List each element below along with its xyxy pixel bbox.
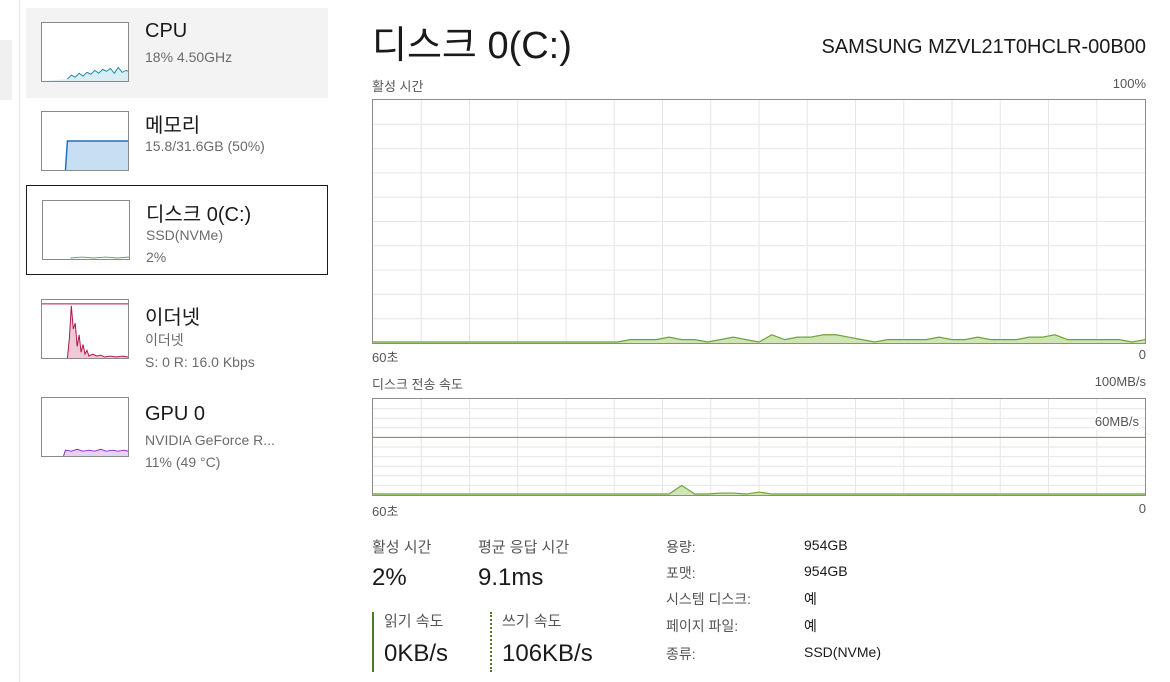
memory-thumbnail-area bbox=[65, 141, 128, 170]
ethernet-adapter: 이더넷 bbox=[145, 332, 184, 348]
transfer-chart: 60MB/s bbox=[372, 398, 1146, 496]
system-disk-label: 시스템 디스크: bbox=[666, 591, 752, 607]
disk-usage: 2% bbox=[146, 249, 167, 265]
write-speed-value: 106KB/s bbox=[502, 640, 593, 667]
transfer-chart-ref-label: 60MB/s bbox=[1094, 414, 1139, 429]
gpu-title: GPU 0 bbox=[145, 403, 206, 425]
ethernet-thumbnail-area bbox=[67, 305, 128, 358]
capacity-value: 954GB bbox=[804, 537, 848, 553]
transfer-chart-label: 디스크 전송 속도 bbox=[372, 377, 463, 392]
gpu-model: NVIDIA GeForce R... bbox=[145, 432, 275, 448]
active-time-stat-label: 활성 시간 bbox=[372, 539, 432, 556]
write-speed-label: 쓰기 속도 bbox=[502, 613, 562, 630]
transfer-chart-max: 100MB/s bbox=[1094, 374, 1146, 389]
page-file-label: 페이지 파일: bbox=[666, 618, 739, 634]
disk-title: 디스크 0(C:) bbox=[146, 204, 252, 226]
cpu-title: CPU bbox=[145, 20, 188, 42]
memory-usage: 15.8/31.6GB (50%) bbox=[145, 138, 265, 154]
system-disk-value: 예 bbox=[804, 591, 817, 607]
sidebar-item-disk[interactable]: 디스크 0(C:) SSD(NVMe) 2% bbox=[26, 185, 328, 275]
memory-thumbnail-graph bbox=[41, 111, 129, 171]
cpu-usage: 18% 4.50GHz bbox=[145, 49, 233, 65]
type-label: 종류: bbox=[666, 646, 696, 662]
write-speed-indicator bbox=[490, 612, 492, 672]
sidebar-item-cpu[interactable]: CPU 18% 4.50GHz bbox=[26, 8, 328, 98]
read-speed-indicator bbox=[372, 612, 374, 672]
edge-tab bbox=[0, 40, 12, 100]
formatted-label: 포맷: bbox=[666, 565, 696, 581]
active-time-x-left: 60초 bbox=[372, 350, 399, 365]
sidebar-item-gpu[interactable]: GPU 0 NVIDIA GeForce R... 11% (49 °C) bbox=[26, 383, 328, 473]
active-time-stat-value: 2% bbox=[372, 564, 407, 591]
response-time-stat-value: 9.1ms bbox=[478, 564, 544, 591]
disk-type: SSD(NVMe) bbox=[146, 227, 224, 243]
cpu-thumbnail-graph bbox=[41, 22, 129, 82]
transfer-x-left: 60초 bbox=[372, 504, 399, 519]
disk-thumbnail-graph bbox=[42, 200, 130, 260]
type-value: SSD(NVMe) bbox=[804, 644, 882, 660]
active-time-chart-label: 활성 시간 bbox=[372, 79, 424, 94]
gpu-thumbnail-graph bbox=[41, 397, 129, 457]
formatted-value: 954GB bbox=[804, 563, 848, 579]
read-speed-label: 읽기 속도 bbox=[384, 613, 444, 630]
memory-title: 메모리 bbox=[145, 115, 201, 137]
active-time-x-right: 0 bbox=[1138, 347, 1146, 362]
device-model: SAMSUNG MZVL21T0HCLR-00B00 bbox=[821, 36, 1146, 58]
response-time-stat-label: 평균 응답 시간 bbox=[478, 539, 570, 556]
window-edge bbox=[0, 0, 20, 682]
page-title: 디스크 0(C:) bbox=[372, 25, 572, 67]
transfer-x-right: 0 bbox=[1138, 501, 1146, 516]
sidebar-item-ethernet[interactable]: 이더넷 이더넷 S: 0 R: 16.0 Kbps bbox=[26, 285, 328, 375]
active-time-chart-max: 100% bbox=[1112, 76, 1146, 91]
gpu-usage: 11% (49 °C) bbox=[145, 454, 221, 470]
ethernet-thumbnail-graph bbox=[41, 299, 129, 359]
ethernet-title: 이더넷 bbox=[145, 307, 201, 329]
page-file-value: 예 bbox=[804, 618, 817, 634]
disk-thumbnail-line bbox=[70, 256, 129, 259]
sidebar-item-memory[interactable]: 메모리 15.8/31.6GB (50%) bbox=[26, 97, 328, 187]
read-speed-value: 0KB/s bbox=[384, 640, 449, 667]
capacity-label: 용량: bbox=[666, 539, 696, 555]
ethernet-throughput: S: 0 R: 16.0 Kbps bbox=[145, 354, 255, 370]
active-time-chart bbox=[372, 99, 1146, 344]
